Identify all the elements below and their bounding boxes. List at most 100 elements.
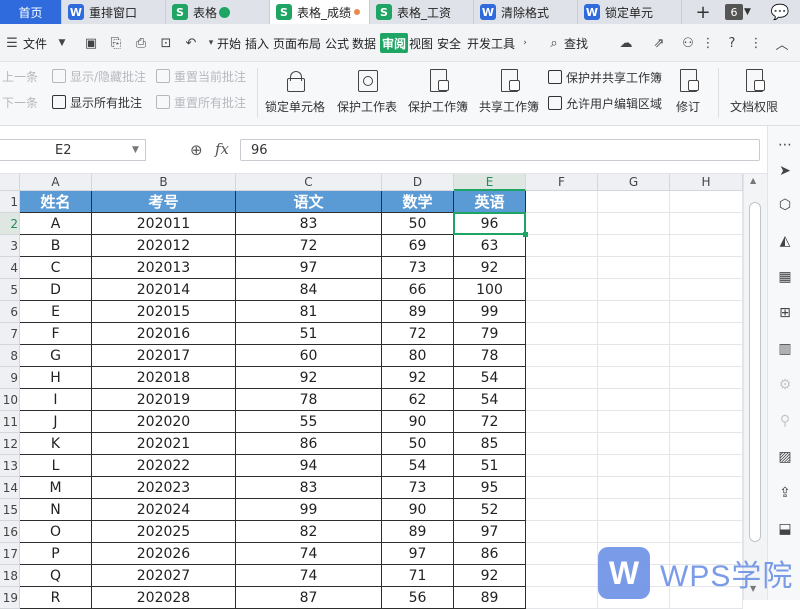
table-cell[interactable]: 92 (454, 257, 526, 279)
table-cell[interactable]: A (20, 213, 92, 235)
scroll-up-icon[interactable]: ▲ (750, 176, 756, 185)
table-cell[interactable] (526, 191, 598, 213)
table-cell[interactable]: 90 (382, 499, 454, 521)
table-cell[interactable] (526, 389, 598, 411)
table-cell[interactable] (526, 257, 598, 279)
tab-1[interactable]: W 重排窗口 (62, 0, 166, 24)
hamburger-icon[interactable]: ☰ (4, 35, 20, 51)
table-header-cell[interactable]: 姓名 (20, 191, 92, 213)
table-cell[interactable] (598, 323, 670, 345)
table-cell[interactable]: B (20, 235, 92, 257)
table-cell[interactable] (598, 389, 670, 411)
table-cell[interactable]: 69 (382, 235, 454, 257)
table-cell[interactable]: G (20, 345, 92, 367)
table-cell[interactable]: 54 (454, 367, 526, 389)
row-header[interactable]: 7 (0, 323, 20, 345)
scrollbar-thumb[interactable] (749, 202, 761, 542)
table-cell[interactable]: 51 (454, 455, 526, 477)
style-icon[interactable]: ◭ (776, 232, 794, 250)
table-cell[interactable]: 84 (236, 279, 382, 301)
table-header-cell[interactable]: 考号 (92, 191, 236, 213)
table-cell[interactable]: 50 (382, 213, 454, 235)
export-icon[interactable]: ⎘ (108, 35, 124, 51)
table-cell[interactable]: 202023 (92, 477, 236, 499)
table-cell[interactable]: 96 (454, 213, 526, 235)
share-icon[interactable]: ⇗ (651, 35, 667, 51)
vertical-scrollbar[interactable]: ▲ ▼ (743, 174, 767, 600)
more-icon[interactable]: ⋮ (700, 35, 716, 51)
table-cell[interactable]: 85 (454, 433, 526, 455)
table-cell[interactable]: 97 (382, 543, 454, 565)
table-cell[interactable] (670, 257, 743, 279)
table-cell[interactable]: O (20, 521, 92, 543)
row-header[interactable]: 11 (0, 411, 20, 433)
table-cell[interactable]: 73 (382, 477, 454, 499)
column-header-A[interactable]: A (20, 174, 92, 191)
row-header[interactable]: 4 (0, 257, 20, 279)
spreadsheet-grid[interactable]: A B C D E F G H 1 姓名 考号 语文 数学 英语 2 A 202011 83 50 96 3 B 20201… (0, 174, 743, 609)
row-header[interactable]: 15 (0, 499, 20, 521)
name-box[interactable]: E2 (0, 139, 146, 161)
table-cell[interactable]: 202018 (92, 367, 236, 389)
table-cell[interactable] (526, 323, 598, 345)
table-cell[interactable] (670, 455, 743, 477)
table-cell[interactable] (526, 455, 598, 477)
table-cell[interactable]: 202024 (92, 499, 236, 521)
table-cell[interactable]: 86 (454, 543, 526, 565)
column-header-E[interactable]: E (454, 174, 526, 191)
row-header[interactable]: 2 (0, 213, 20, 235)
more-icon[interactable]: ⋯ (776, 136, 794, 154)
table-cell[interactable] (598, 213, 670, 235)
table-cell[interactable] (598, 235, 670, 257)
table-cell[interactable] (526, 499, 598, 521)
table-cell[interactable]: 86 (236, 433, 382, 455)
tab-0[interactable]: 首页 (0, 0, 62, 24)
table-cell[interactable]: 72 (236, 235, 382, 257)
document-rights-button[interactable]: 文档权限 (730, 66, 778, 122)
table-cell[interactable]: M (20, 477, 92, 499)
table-cell[interactable] (598, 455, 670, 477)
chevron-down-icon[interactable]: ▼ (744, 4, 754, 20)
ribbon-tab-6[interactable]: 视图 (409, 24, 433, 62)
fill-handle[interactable] (523, 232, 528, 237)
ribbon-button-2[interactable]: 保护工作簿 (408, 66, 468, 122)
row-header[interactable]: 9 (0, 367, 20, 389)
row-header[interactable]: 13 (0, 455, 20, 477)
table-cell[interactable]: 50 (382, 433, 454, 455)
table-cell[interactable]: 78 (236, 389, 382, 411)
table-cell[interactable]: 202019 (92, 389, 236, 411)
table-cell[interactable]: 97 (236, 257, 382, 279)
chevron-down-icon[interactable]: ▼ (54, 35, 70, 51)
table-cell[interactable]: P (20, 543, 92, 565)
select-all-corner[interactable] (0, 174, 20, 191)
ribbon-tab-7[interactable]: 安全 (437, 24, 461, 62)
table-cell[interactable]: 202025 (92, 521, 236, 543)
grid-icon[interactable]: ⊞ (776, 304, 794, 322)
table-header-cell[interactable]: 语文 (236, 191, 382, 213)
table-cell[interactable]: 202028 (92, 587, 236, 609)
collapse-ribbon-icon[interactable]: ︿ (774, 35, 790, 53)
print-preview-icon[interactable]: ⊡ (158, 35, 174, 51)
row-header[interactable]: 5 (0, 279, 20, 301)
table-cell[interactable] (670, 477, 743, 499)
table-cell[interactable] (670, 411, 743, 433)
table-header-cell[interactable]: 数学 (382, 191, 454, 213)
table-cell[interactable]: 66 (382, 279, 454, 301)
row-header[interactable]: 6 (0, 301, 20, 323)
table-cell[interactable] (526, 521, 598, 543)
table-cell[interactable] (526, 587, 598, 609)
table-cell[interactable]: 71 (382, 565, 454, 587)
image-icon[interactable]: ▨ (776, 448, 794, 466)
chevron-down-icon[interactable]: ▼ (132, 145, 139, 155)
share-out-icon[interactable]: ⇪ (776, 484, 794, 502)
table-cell[interactable]: 60 (236, 345, 382, 367)
column-header-B[interactable]: B (92, 174, 236, 191)
column-header-H[interactable]: H (670, 174, 743, 191)
fx-icon[interactable]: fx (215, 140, 229, 158)
shapes-icon[interactable]: ⬡ (776, 196, 794, 214)
ribbon-tab-4[interactable]: 数据 (352, 24, 376, 62)
row-header[interactable]: 14 (0, 477, 20, 499)
column-header-D[interactable]: D (382, 174, 454, 191)
table-cell[interactable] (526, 213, 598, 235)
table-cell[interactable]: 83 (236, 213, 382, 235)
